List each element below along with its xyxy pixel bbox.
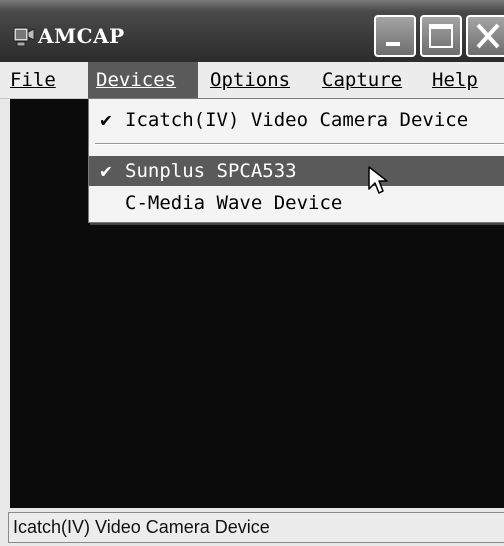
mouse-pointer-icon bbox=[368, 166, 388, 194]
menu-item-sunplus-spca533[interactable]: ✔ Sunplus SPCA533 bbox=[89, 156, 504, 186]
minimize-icon bbox=[386, 42, 400, 46]
menu-capture[interactable]: Capture bbox=[314, 62, 410, 98]
menu-item-label: Sunplus SPCA533 bbox=[125, 160, 297, 182]
menu-devices-label: Devices bbox=[96, 69, 177, 91]
camera-app-icon[interactable] bbox=[13, 26, 35, 48]
menu-item-icatch-camera[interactable]: ✔ Icatch(IV) Video Camera Device bbox=[89, 105, 504, 135]
menu-item-label: Icatch(IV) Video Camera Device bbox=[125, 109, 469, 131]
devices-menu: ✔ Icatch(IV) Video Camera Device ✔ Sunpl… bbox=[88, 98, 504, 223]
menu-item-label: C-Media Wave Device bbox=[125, 192, 343, 214]
menu-file[interactable]: File bbox=[2, 62, 64, 98]
menu-options-label: Options bbox=[210, 69, 291, 91]
minimize-button[interactable] bbox=[374, 15, 416, 57]
maximize-icon bbox=[429, 24, 453, 48]
menu-file-label: File bbox=[10, 69, 56, 91]
title-bar[interactable]: AMCAP bbox=[0, 0, 504, 62]
menu-devices[interactable]: Devices bbox=[88, 62, 198, 98]
window-title: AMCAP bbox=[38, 24, 125, 48]
close-icon bbox=[476, 23, 500, 49]
status-text: Icatch(IV) Video Camera Device bbox=[8, 512, 504, 543]
maximize-button[interactable] bbox=[420, 15, 462, 57]
menu-help-label: Help bbox=[432, 69, 478, 91]
status-bar: Icatch(IV) Video Camera Device bbox=[0, 508, 504, 546]
close-button[interactable] bbox=[466, 15, 504, 57]
menu-help[interactable]: Help bbox=[424, 62, 486, 98]
menu-capture-label: Capture bbox=[322, 69, 403, 91]
amcap-window: AMCAP File Devices Options Capture Help … bbox=[0, 0, 504, 546]
checkmark-icon: ✔ bbox=[100, 160, 112, 182]
menu-item-cmedia-wave[interactable]: C-Media Wave Device bbox=[89, 188, 504, 218]
menu-bar: File Devices Options Capture Help bbox=[0, 62, 504, 99]
menu-options[interactable]: Options bbox=[202, 62, 298, 98]
checkmark-icon: ✔ bbox=[100, 109, 112, 131]
menu-separator bbox=[95, 143, 504, 145]
